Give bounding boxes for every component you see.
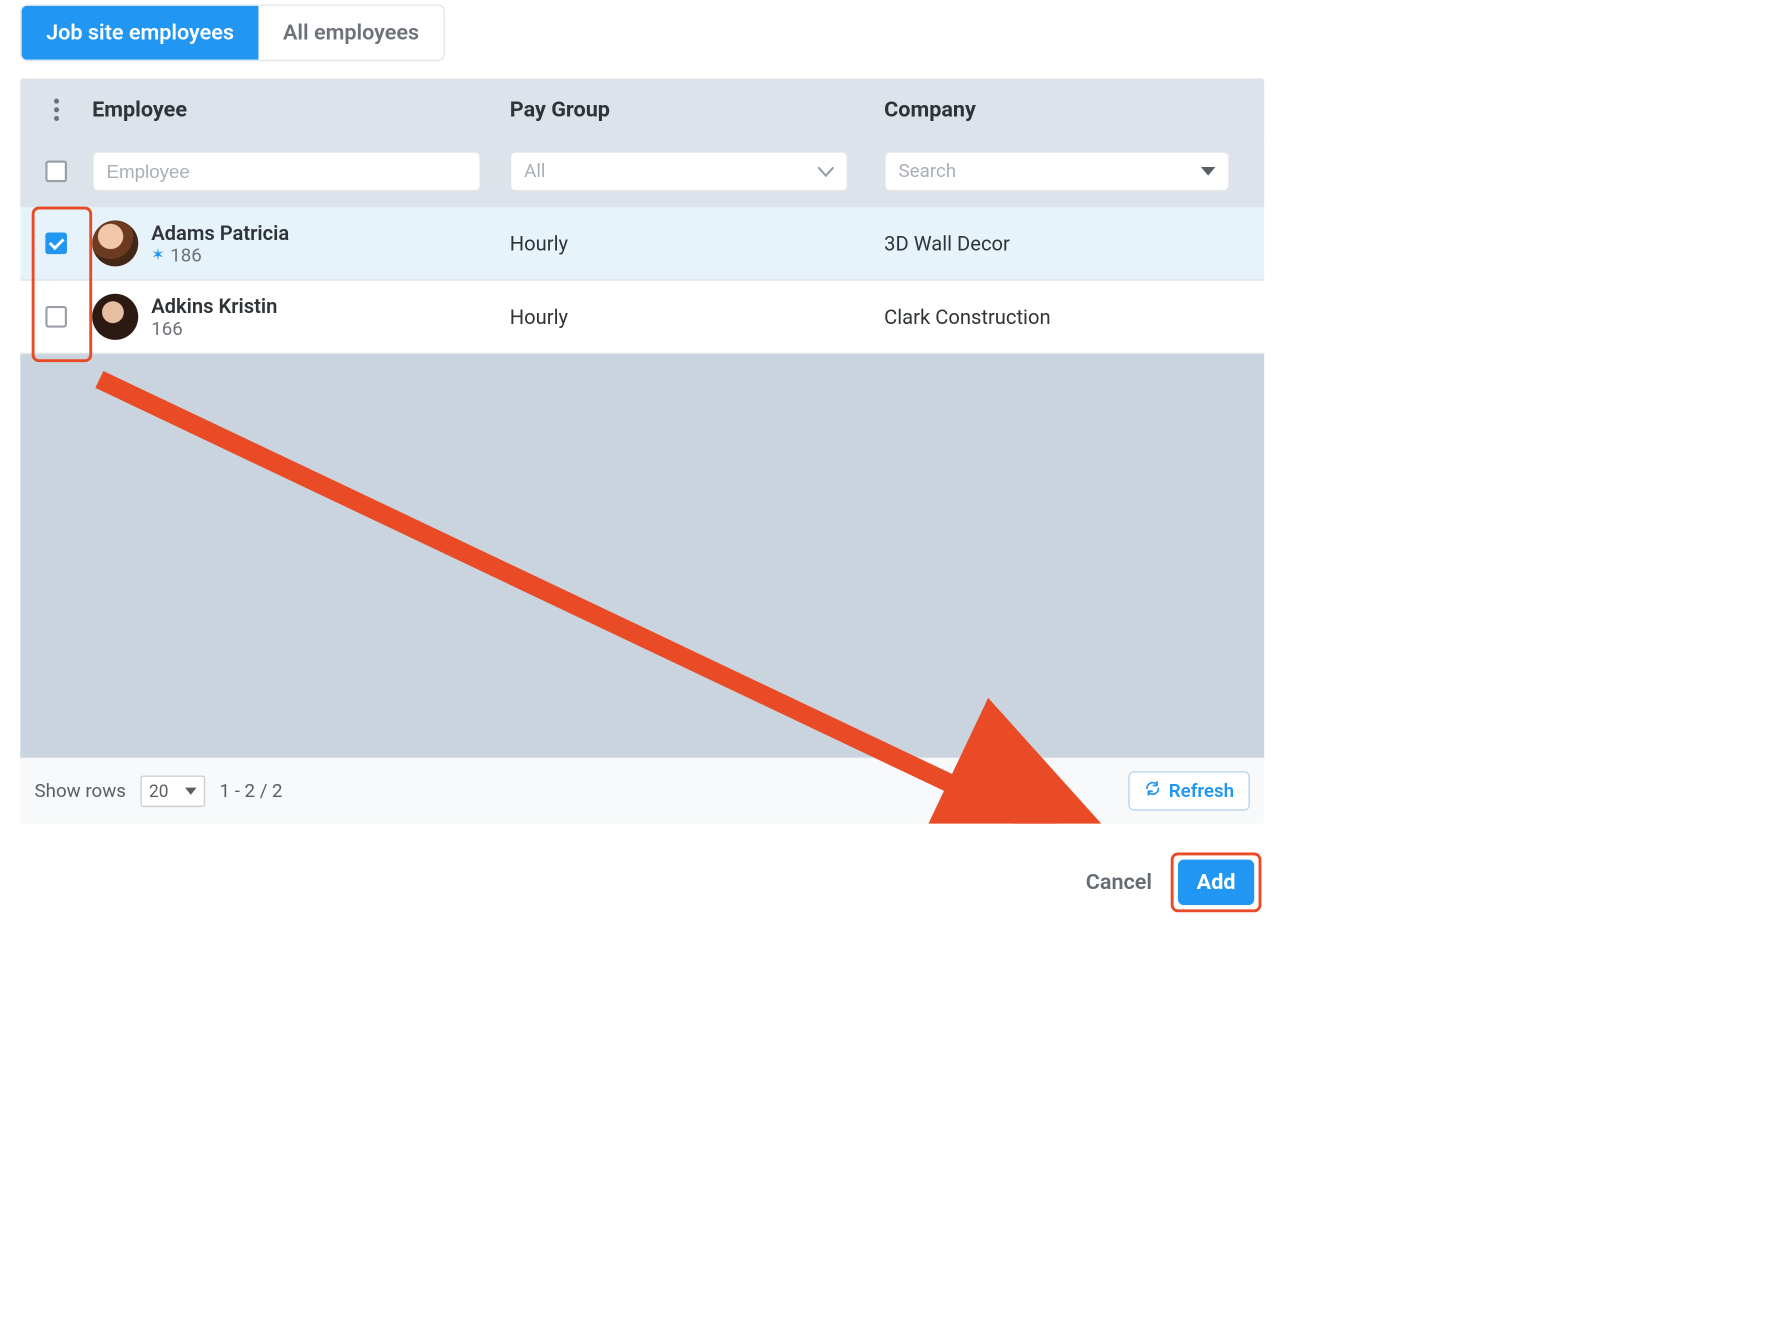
pay-group-value: Hourly (510, 305, 884, 329)
employee-id: 186 (170, 244, 202, 266)
star-icon: ✶ (151, 246, 164, 264)
employee-scope-tabs: Job site employees All employees (20, 4, 445, 61)
table-filter-row: All Search (20, 141, 1264, 207)
avatar (92, 294, 138, 340)
tab-all-employees[interactable]: All employees (258, 6, 443, 60)
select-all-checkbox[interactable] (45, 161, 67, 183)
refresh-label: Refresh (1169, 780, 1234, 802)
company-value: 3D Wall Decor (884, 231, 1264, 255)
row-checkbox[interactable] (45, 233, 67, 255)
caret-down-icon (1201, 167, 1215, 176)
pay-group-value: Hourly (510, 231, 884, 255)
table-row[interactable]: Adams Patricia ✶ 186 Hourly 3D Wall Deco… (20, 207, 1264, 280)
employee-name: Adams Patricia (151, 221, 289, 245)
table-empty-area (20, 354, 1264, 757)
column-header-company[interactable]: Company (884, 97, 1264, 122)
add-button[interactable]: Add (1178, 860, 1254, 905)
cancel-button[interactable]: Cancel (1086, 870, 1152, 895)
table-footer: Show rows 20 1 - 2 / 2 Refresh (20, 757, 1264, 823)
kebab-menu-icon[interactable] (49, 94, 63, 125)
table-header-row: Employee Pay Group Company (20, 78, 1264, 141)
employee-id: 166 (151, 318, 183, 340)
pay-group-filter-value: All (524, 161, 545, 183)
rows-per-page-value: 20 (149, 781, 168, 801)
annotation-highlight-box: Add (1171, 852, 1262, 912)
company-filter-value: Search (899, 161, 957, 183)
avatar (92, 220, 138, 266)
rows-per-page-select[interactable]: 20 (140, 775, 205, 807)
employee-name: Adkins Kristin (151, 294, 277, 318)
chevron-down-icon (818, 161, 834, 183)
company-filter-select[interactable]: Search (884, 151, 1230, 191)
employee-filter-input[interactable] (92, 151, 481, 191)
column-header-pay-group[interactable]: Pay Group (510, 97, 884, 122)
refresh-icon (1144, 780, 1161, 802)
refresh-button[interactable]: Refresh (1128, 771, 1249, 811)
pay-group-filter-select[interactable]: All (510, 151, 848, 191)
tab-job-site-employees[interactable]: Job site employees (22, 6, 259, 60)
caret-down-icon (185, 787, 197, 794)
company-value: Clark Construction (884, 305, 1264, 329)
show-rows-label: Show rows (35, 780, 126, 802)
dialog-actions: Cancel Add (20, 824, 1264, 913)
table-row[interactable]: Adkins Kristin 166 Hourly Clark Construc… (20, 281, 1264, 354)
column-header-employee[interactable]: Employee (92, 97, 510, 122)
pagination-range: 1 - 2 / 2 (220, 780, 283, 802)
row-checkbox[interactable] (45, 306, 67, 328)
